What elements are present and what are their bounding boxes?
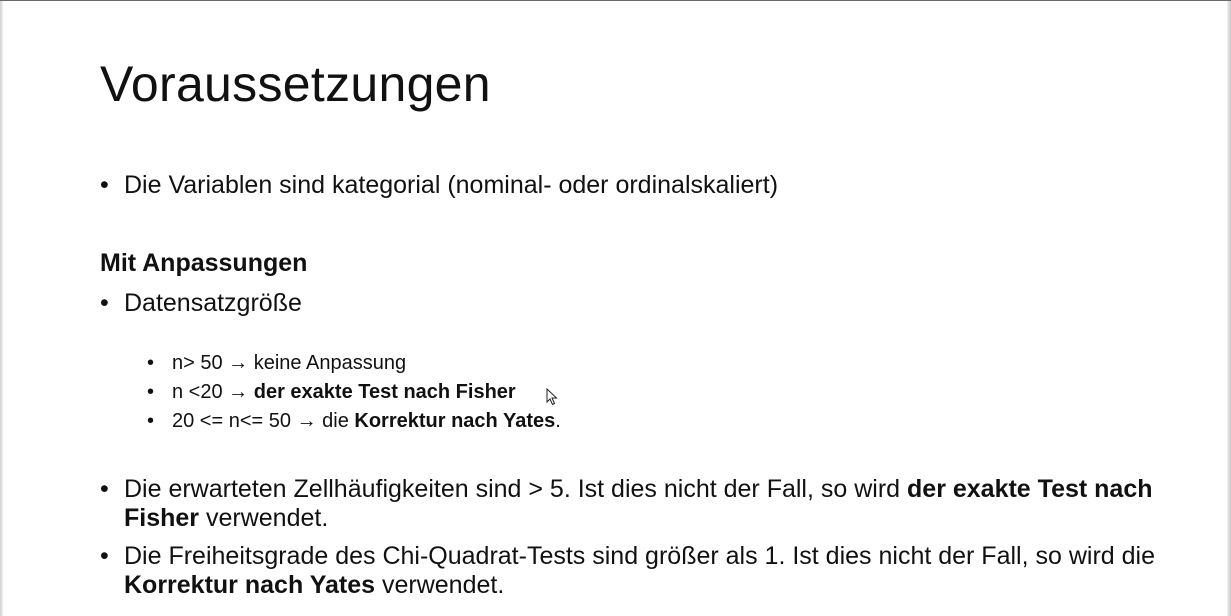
section-heading: Mit Anpassungen — [100, 249, 308, 277]
bullet-text-end: verwendet. — [375, 571, 505, 599]
bullet-text-bold: Korrektur nach Yates — [124, 571, 376, 599]
presentation-slide: Voraussetzungen • Die Variablen sind kat… — [0, 0, 1231, 616]
slide-title: Voraussetzungen — [100, 56, 491, 112]
sub-item-suffix: . — [555, 410, 561, 432]
sub-item-result: keine Anpassung — [248, 352, 407, 374]
sub-item-result: Korrektur nach Yates — [354, 410, 556, 432]
bullet-text: Die Variablen sind kategorial (nominal- … — [124, 171, 779, 199]
window-frame-left — [0, 1, 3, 616]
sub-item-result: der exakte Test nach Fisher — [253, 381, 516, 403]
mouse-pointer-icon — [546, 388, 558, 406]
bullet-dot: • — [100, 475, 109, 503]
arrow-right-icon: → — [296, 410, 317, 432]
sub-item-condition: n> 50 — [172, 352, 223, 374]
sub-item-condition: n <20 — [172, 381, 229, 403]
bullet-dot: • — [100, 542, 109, 570]
sub-item-prefix: die — [322, 410, 355, 432]
bullet-text-start: Die Freiheitsgrade des Chi-Quadrat-Tests… — [124, 542, 1155, 570]
window-frame-right — [1227, 1, 1231, 616]
sub-bullet-dot: • — [147, 352, 155, 374]
bullet-text-end: verwendet. — [199, 504, 329, 532]
bullet-text: Datensatzgröße — [124, 289, 302, 317]
sub-bullet-dot: • — [147, 381, 155, 403]
bullet-dot: • — [100, 289, 109, 317]
sub-bullet-dot: • — [147, 410, 155, 432]
bullet-text-start: Die erwarteten Zellhäufigkeiten sind > 5… — [124, 475, 908, 503]
sub-item-condition: 20 <= n<= 50 — [172, 410, 292, 432]
arrow-right-icon: → — [228, 352, 249, 374]
bullet-dot: • — [100, 171, 109, 199]
arrow-right-icon: → — [228, 381, 249, 403]
